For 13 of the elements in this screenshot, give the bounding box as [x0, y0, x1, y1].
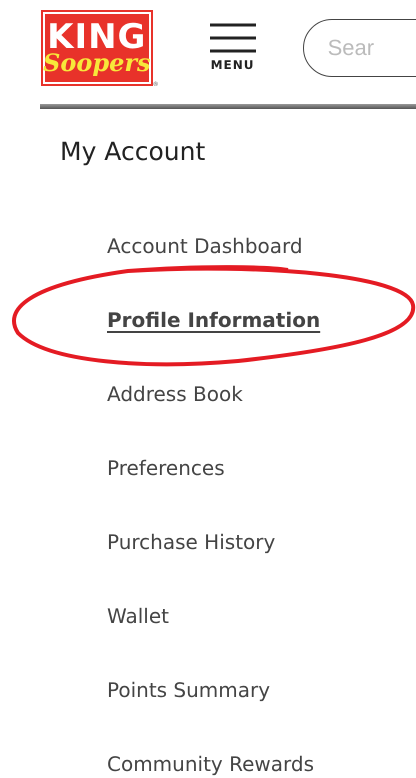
menu-button[interactable]: MENU	[208, 22, 257, 72]
sidebar-link[interactable]: Purchase History	[107, 529, 276, 603]
sidebar-link[interactable]: Community Rewards	[107, 751, 314, 778]
section-title: My Account	[59, 136, 206, 168]
sidebar-link[interactable]: Address Book	[107, 381, 243, 455]
sidebar-link[interactable]: Preferences	[107, 455, 225, 529]
sidebar-link[interactable]: Profile Information	[107, 307, 320, 381]
sidebar-link[interactable]: Wallet	[107, 603, 170, 677]
logo-text: KING	[47, 20, 146, 54]
sidebar-link[interactable]: Account Dashboard	[107, 233, 303, 307]
search-field[interactable]: Sear	[302, 19, 416, 77]
menu-icon	[208, 22, 257, 54]
sidebar-link[interactable]: Points Summary	[107, 677, 270, 751]
